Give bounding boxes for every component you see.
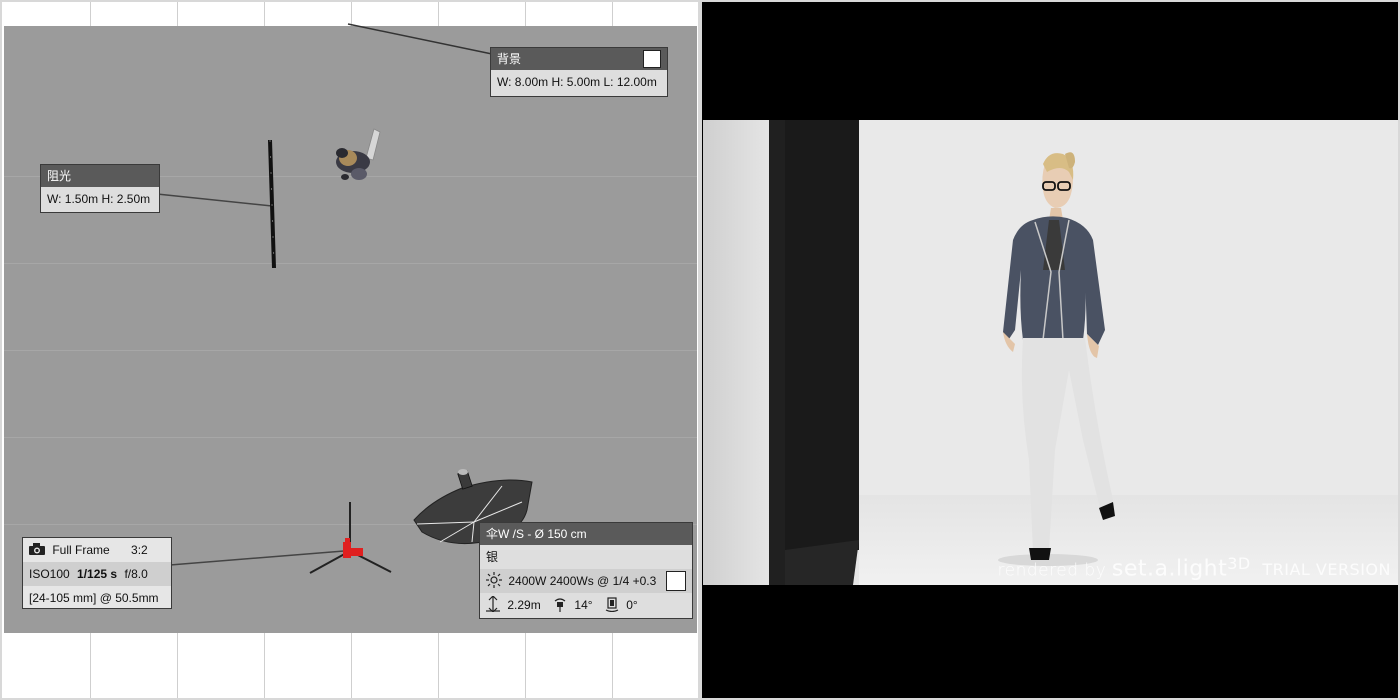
background-info-label[interactable]: 背景 W: 8.00m H: 5.00m L: 12.00m <box>490 47 668 97</box>
watermark-brand-3d: 3D <box>1227 553 1251 573</box>
light-color-swatch[interactable] <box>666 571 686 591</box>
flag-info-label[interactable]: 阻光 W: 1.50m H: 2.50m <box>40 164 160 213</box>
camera-info-label[interactable]: Full Frame 3:2 ISO100 1/125 s f/8.0 [24-… <box>22 537 172 609</box>
flag-leader-line <box>156 193 273 207</box>
aperture-value: f/8.0 <box>124 567 148 581</box>
light-rotation: 0° <box>626 598 638 612</box>
render-preview[interactable]: rendered by set.a.light3D TRIAL VERSION <box>700 0 1400 700</box>
render-watermark: rendered by set.a.light3D TRIAL VERSION <box>998 554 1391 581</box>
light-power: 2400W 2400Ws @ 1/4 +0.3 <box>508 574 657 588</box>
floor-plan-view[interactable]: 背景 W: 8.00m H: 5.00m L: 12.00m 阻光 W: 1.5… <box>0 0 700 700</box>
watermark-trial: TRIAL VERSION <box>1262 560 1391 579</box>
light-tilt: 14° <box>574 598 593 612</box>
render-scene <box>703 120 1398 585</box>
iso-value: ISO100 <box>29 567 70 581</box>
camera-tripod[interactable] <box>309 502 392 574</box>
camera-exposure-row: ISO100 1/125 s f/8.0 <box>23 562 171 586</box>
light-info-label[interactable]: 伞W /S - Ø 150 cm 银 2400W 2400Ws @ 1/4 +0… <box>479 522 693 619</box>
rotation-icon <box>605 597 619 613</box>
watermark-rendered-by: rendered by <box>997 560 1107 580</box>
flash-power-icon <box>486 572 502 588</box>
camera-leader-line <box>169 550 345 566</box>
light-height: 2.29m <box>507 598 541 612</box>
height-icon <box>486 595 500 613</box>
background-dimensions: W: 8.00m H: 5.00m L: 12.00m <box>497 75 657 89</box>
rendered-photo: rendered by set.a.light3D TRIAL VERSION <box>703 120 1398 585</box>
aspect-ratio: 3:2 <box>131 543 148 557</box>
camera-icon <box>29 543 45 555</box>
model-figure[interactable] <box>336 128 381 180</box>
background-leader-line <box>347 23 493 55</box>
flag-panel[interactable] <box>268 139 276 269</box>
flag-title: 阻光 <box>41 165 159 187</box>
watermark-brand: set.a.light <box>1111 556 1228 581</box>
light-modifier: 银 <box>486 550 499 564</box>
light-power-row: 2400W 2400Ws @ 1/4 +0.3 <box>480 569 692 593</box>
light-title: 伞W /S - Ø 150 cm <box>480 523 692 545</box>
background-color-swatch[interactable] <box>643 50 661 68</box>
background-title: 背景 <box>491 48 667 70</box>
flag-dimensions: W: 1.50m H: 2.50m <box>47 192 151 206</box>
sensor-format: Full Frame <box>52 543 110 557</box>
camera-sensor-row: Full Frame 3:2 <box>23 538 171 562</box>
tilt-icon <box>554 598 566 612</box>
lens-info: [24-105 mm] @ 50.5mm <box>29 591 159 605</box>
shutter-speed: 1/125 s <box>77 567 118 581</box>
light-position-row: 2.29m 14° 0° <box>480 593 692 617</box>
